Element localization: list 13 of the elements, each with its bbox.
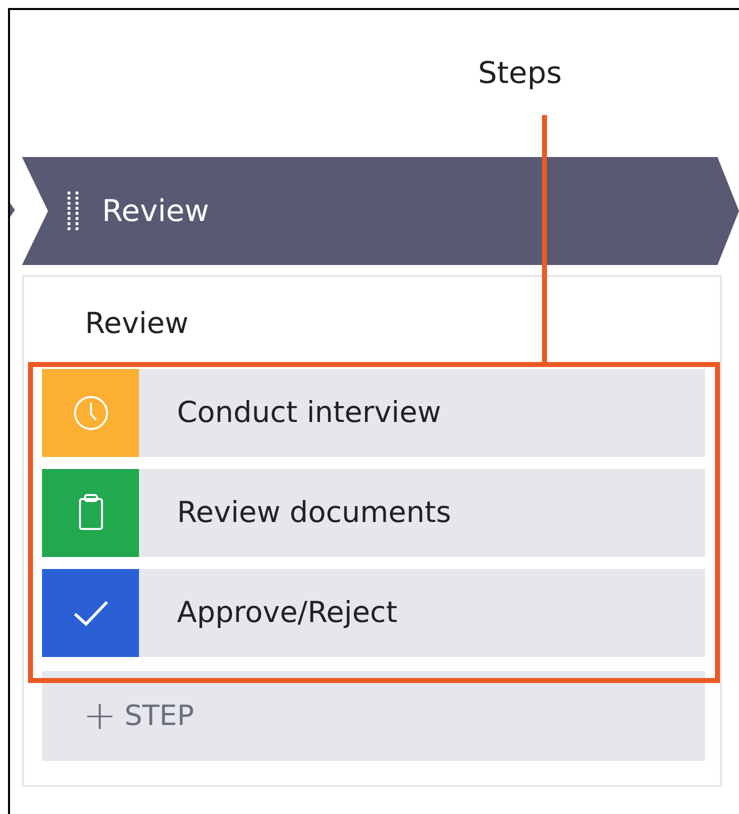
- annotation-label: Steps: [478, 56, 562, 91]
- stage-heading: Review: [85, 306, 188, 340]
- step-row[interactable]: Approve/Reject: [42, 569, 705, 657]
- stage-arrow-icon: [10, 203, 15, 217]
- step-label: Conduct interview: [177, 394, 442, 432]
- step-label: Review documents: [177, 494, 452, 532]
- plus-icon: +: [83, 696, 117, 736]
- step-row[interactable]: Review documents: [42, 469, 705, 557]
- drag-handle-icon: [66, 190, 80, 232]
- step-label: Approve/Reject: [177, 594, 398, 632]
- add-step-button[interactable]: + STEP: [42, 671, 705, 761]
- step-row[interactable]: Conduct interview: [42, 369, 705, 457]
- stage-title: Review: [102, 192, 210, 230]
